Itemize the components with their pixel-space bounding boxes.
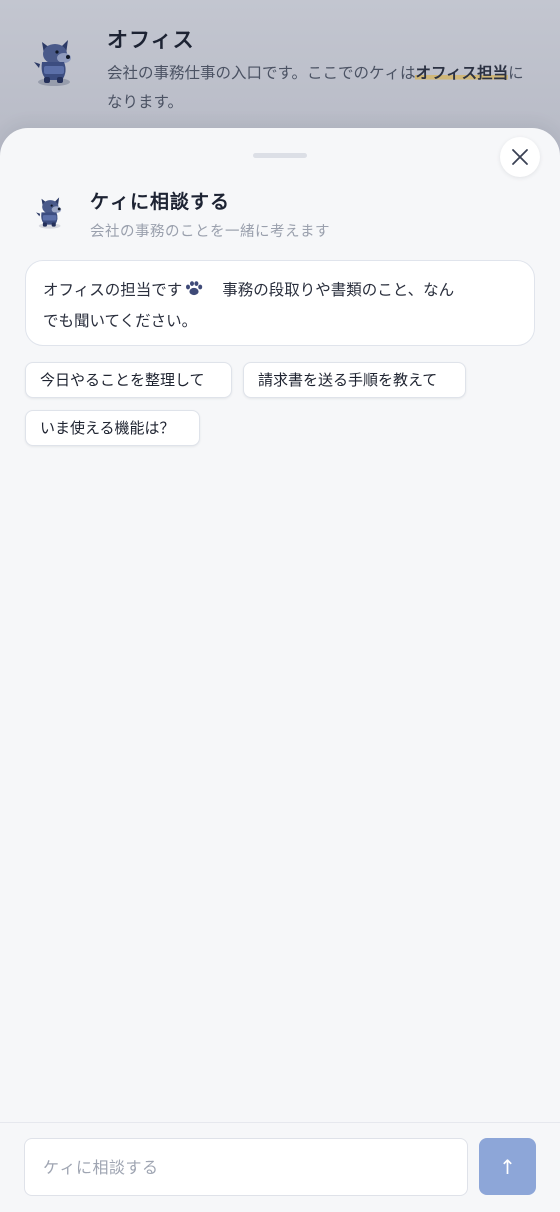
suggestion-chip[interactable]: いま使える機能は？: [25, 410, 200, 446]
message-text: でも聞いてください。: [43, 312, 198, 330]
message-text: オフィスの担当です: [43, 281, 183, 299]
description-text: 会社の事務仕事の入口です。ここでのケィは: [107, 64, 416, 82]
close-button[interactable]: [500, 137, 540, 177]
send-button[interactable]: ↑: [479, 1138, 536, 1195]
message-input[interactable]: [24, 1138, 468, 1196]
message-text: 事務の段取りや書類のこと、なん: [222, 281, 455, 299]
sheet-subtitle: 会社の事務のことを一緒に考えます: [90, 224, 330, 240]
sheet-title: ケィに相談する: [90, 191, 231, 213]
close-icon: [512, 149, 528, 165]
suggestion-chip[interactable]: 請求書を送る手順を教えて: [243, 362, 466, 398]
paw-icon: [186, 281, 203, 296]
chat-sheet: ケィに相談する 会社の事務のことを一緒に考えます オフィスの担当です 事務の段取り…: [0, 128, 560, 1212]
mascot-avatar-icon: [34, 40, 71, 86]
page-description: 会社の事務仕事の入口です。ここでのケィはオフィス担当になります。: [107, 58, 537, 117]
arrow-up-icon: ↑: [499, 1154, 516, 1179]
assistant-message: オフィスの担当です 事務の段取りや書類のこと、なんでも聞いてください。: [25, 260, 535, 346]
sheet-grabber[interactable]: [253, 153, 307, 158]
page-title: オフィス: [107, 27, 195, 52]
suggestion-chip[interactable]: 今日やることを整理して: [25, 362, 232, 398]
description-highlight: オフィス担当: [415, 63, 509, 82]
mascot-avatar-icon: [36, 197, 62, 229]
message-composer: ↑: [0, 1122, 560, 1212]
